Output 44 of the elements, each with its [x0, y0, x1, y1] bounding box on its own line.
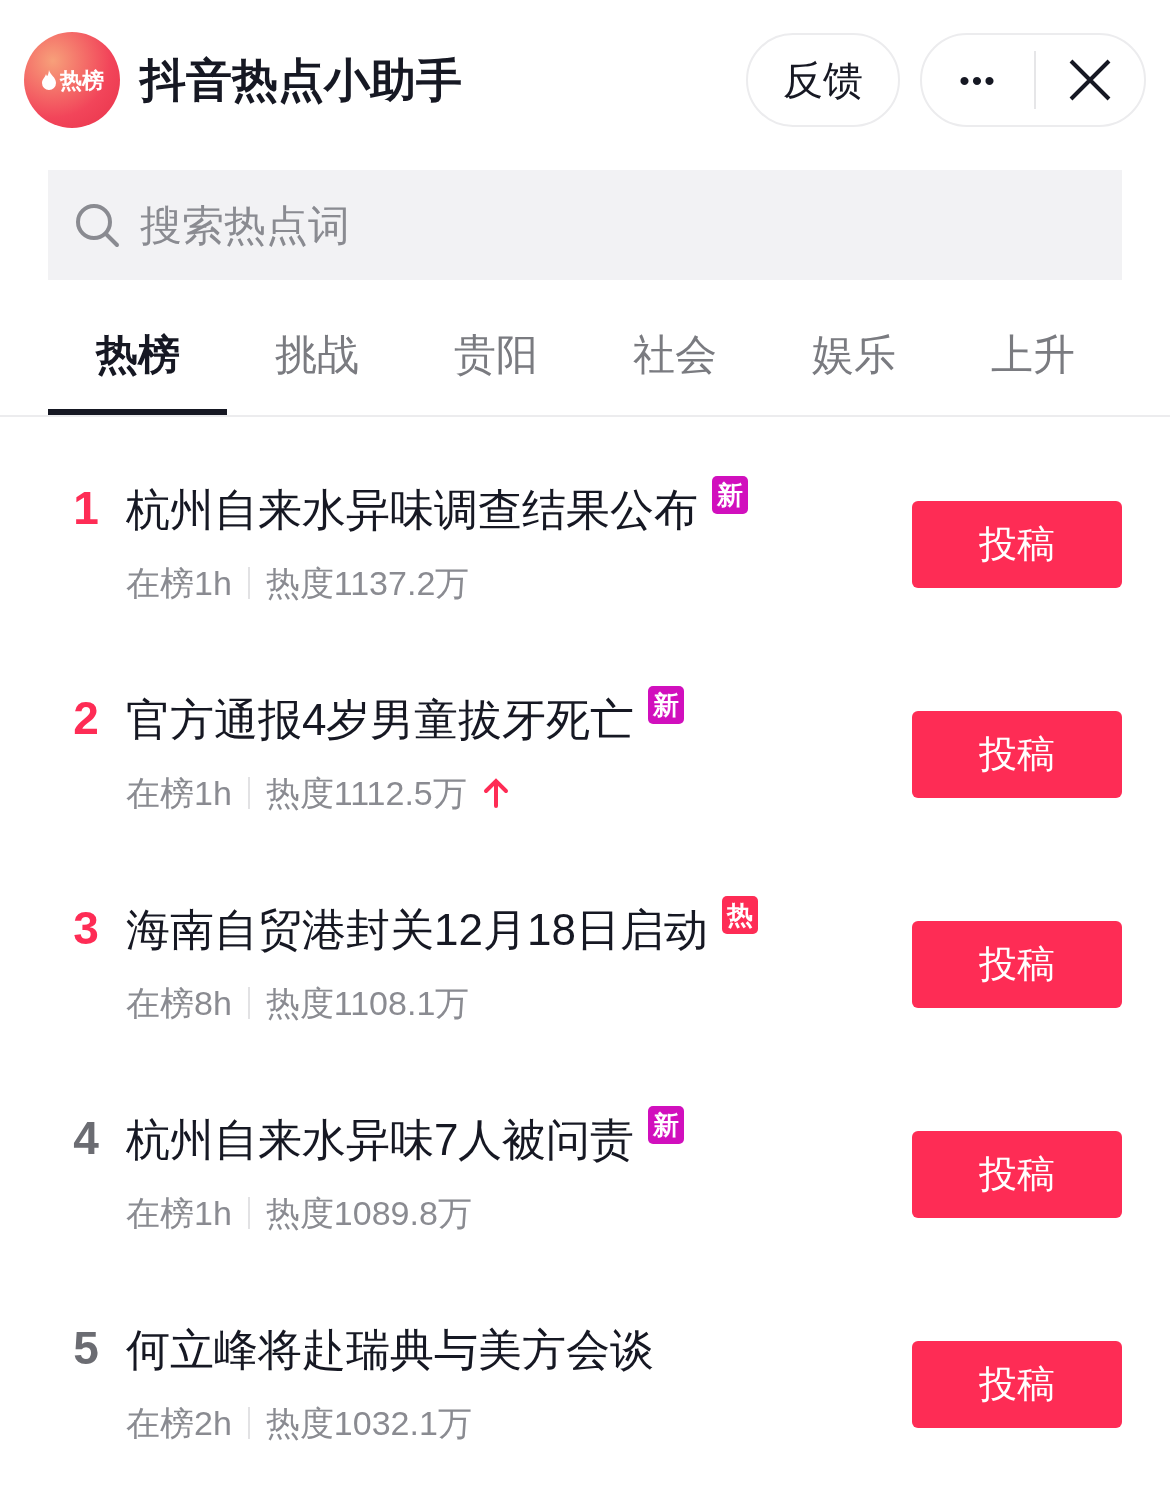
- time-on-list: 在榜8h: [126, 977, 232, 1029]
- submit-button[interactable]: 投稿: [912, 1340, 1122, 1428]
- search-icon: [74, 202, 120, 248]
- app-title: 抖音热点小助手: [140, 52, 462, 108]
- topic-title[interactable]: 何立峰将赴瑞典与美方会谈: [126, 1316, 654, 1383]
- submit-button[interactable]: 投稿: [912, 1130, 1122, 1218]
- category-tab[interactable]: 贵阳: [406, 300, 585, 415]
- search-input[interactable]: 搜索热点词: [140, 193, 1096, 257]
- time-on-list: 在榜1h: [126, 1187, 232, 1239]
- topic-badge: 新: [648, 1105, 685, 1144]
- rank-number: 2: [72, 690, 100, 746]
- topic-badge: 新: [648, 685, 685, 724]
- category-tab[interactable]: 社会: [585, 300, 764, 415]
- category-tab[interactable]: 娱乐: [764, 300, 943, 415]
- topic-title[interactable]: 杭州自来水异味调查结果公布: [126, 476, 698, 543]
- search-field[interactable]: 搜索热点词: [48, 170, 1122, 280]
- time-on-list: 在榜1h: [126, 557, 232, 609]
- submit-button[interactable]: 投稿: [912, 920, 1122, 1008]
- heat-value: 热度1108.1万: [265, 982, 470, 1024]
- rank-number: 4: [72, 1110, 100, 1166]
- feedback-button[interactable]: 反馈: [746, 33, 900, 127]
- heat-value: 热度1112.5万: [265, 772, 467, 814]
- rank-number: 1: [72, 480, 100, 536]
- rank-number: 5: [72, 1320, 100, 1376]
- topic-title[interactable]: 海南自贸港封关12月18日启动: [126, 896, 708, 963]
- submit-button[interactable]: 投稿: [912, 500, 1122, 588]
- time-on-list: 在榜1h: [126, 767, 232, 819]
- time-on-list: 在榜2h: [126, 1397, 232, 1449]
- category-tab[interactable]: 热榜: [48, 300, 227, 415]
- category-tab[interactable]: 上升: [943, 300, 1122, 415]
- heat-value: 热度1032.1万: [265, 1402, 472, 1444]
- more-button[interactable]: •••: [922, 57, 1034, 103]
- topic-badge: 新: [712, 475, 748, 514]
- topic-title[interactable]: 官方通报4岁男童拔牙死亡: [126, 686, 635, 753]
- heat-value: 热度1137.2万: [265, 562, 470, 604]
- category-tab[interactable]: 挑战: [227, 300, 406, 415]
- topic-badge: 热: [721, 895, 758, 934]
- close-icon: [1069, 59, 1111, 101]
- submit-button[interactable]: 投稿: [912, 710, 1122, 798]
- logo-text: 热榜: [60, 66, 104, 95]
- heat-value: 热度1089.8万: [265, 1192, 472, 1234]
- topic-title[interactable]: 杭州自来水异味7人被问责: [126, 1106, 635, 1173]
- rank-number: 3: [72, 900, 100, 956]
- flame-icon: [40, 69, 58, 91]
